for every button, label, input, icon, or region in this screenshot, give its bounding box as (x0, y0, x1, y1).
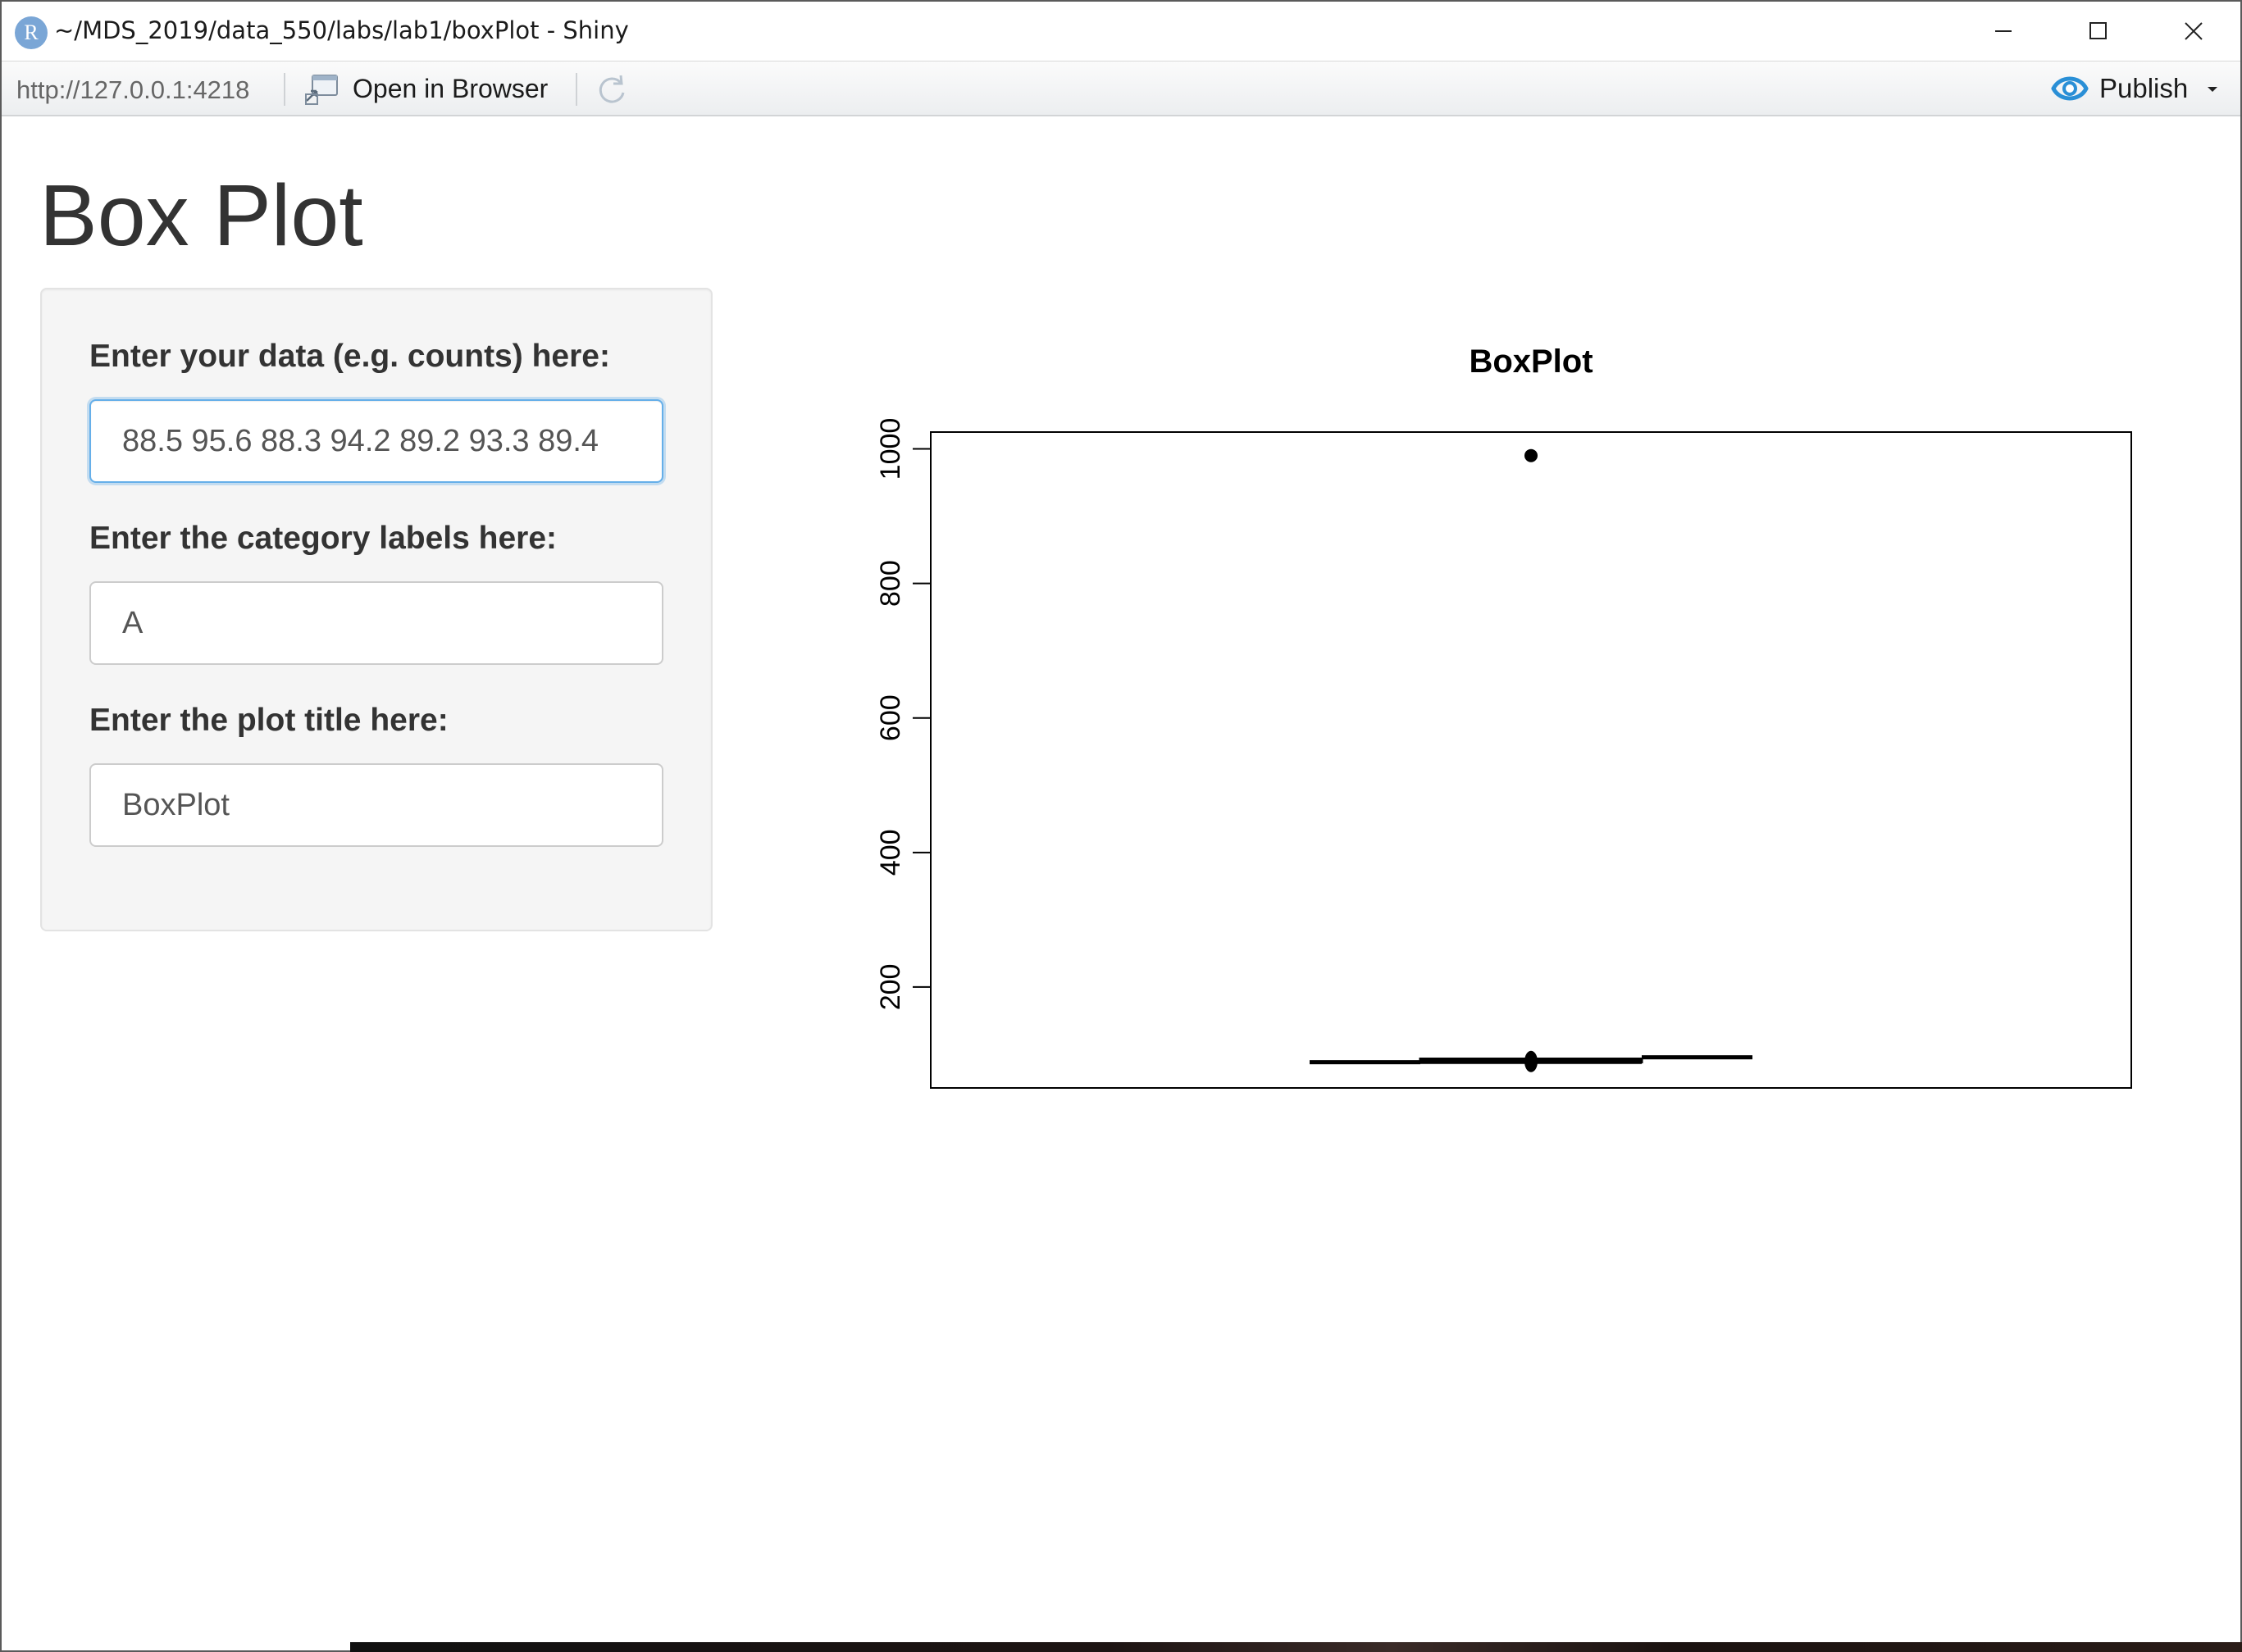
minimize-button[interactable] (1978, 11, 2027, 51)
r-app-icon: R (15, 16, 48, 49)
data-input-label: Enter your data (e.g. counts) here: (89, 339, 610, 374)
box-plot-svg: BoxPlot 200 400 600 800 1000 (875, 344, 2132, 1089)
outlier-point (1524, 448, 1538, 462)
rstudio-shiny-viewer-window: R ~/MDS_2019/data_550/labs/lab1/boxPlot … (0, 0, 2242, 1652)
toolbar-divider (576, 73, 577, 106)
open-in-browser-button[interactable]: Open in Browser (303, 68, 548, 109)
toolbar-divider (284, 73, 285, 106)
open-in-browser-icon (305, 75, 338, 105)
category-input-label: Enter the category labels here: (89, 521, 558, 556)
publish-icon (2051, 76, 2089, 101)
minimize-icon (1995, 30, 2012, 32)
close-icon (2185, 22, 2203, 40)
maximize-button[interactable] (2073, 11, 2122, 51)
publish-label: Publish (2099, 73, 2189, 103)
maximize-icon (2089, 22, 2107, 39)
chart-title: BoxPlot (1469, 344, 1593, 380)
title-bar: R ~/MDS_2019/data_550/labs/lab1/boxPlot … (2, 2, 2240, 61)
open-in-browser-label: Open in Browser (353, 73, 549, 103)
y-axis-tick-label: 400 (875, 829, 906, 876)
url-display: http://127.0.0.1:4218 (16, 75, 250, 104)
data-input[interactable] (89, 399, 663, 483)
y-axis-tick-label: 800 (875, 560, 906, 607)
refresh-icon[interactable] (594, 71, 630, 107)
publish-button[interactable]: Publish (2048, 68, 2222, 109)
viewer-toolbar: http://127.0.0.1:4218 Open in Browser Pu… (2, 61, 2240, 116)
input-sidebar-panel: Enter your data (e.g. counts) here: Ente… (40, 288, 713, 931)
window-title: ~/MDS_2019/data_550/labs/lab1/boxPlot - … (54, 16, 629, 44)
desktop-taskbar-edge (350, 1642, 2242, 1652)
plot-title-input[interactable] (89, 763, 663, 847)
plot-frame (930, 431, 2132, 1089)
plot-title-input-label: Enter the plot title here: (89, 703, 449, 738)
chevron-down-icon (2208, 87, 2218, 92)
box-plot-output: BoxPlot 200 400 600 800 1000 (822, 313, 2199, 1117)
page-title: Box Plot (39, 167, 363, 264)
y-axis-tick-label: 600 (875, 694, 906, 741)
y-axis-tick-label: 200 (875, 964, 906, 1011)
close-button[interactable] (2168, 11, 2217, 51)
box-center-point (1524, 1050, 1538, 1072)
y-axis-tick-label: 1000 (875, 418, 906, 480)
category-input[interactable] (89, 581, 663, 665)
